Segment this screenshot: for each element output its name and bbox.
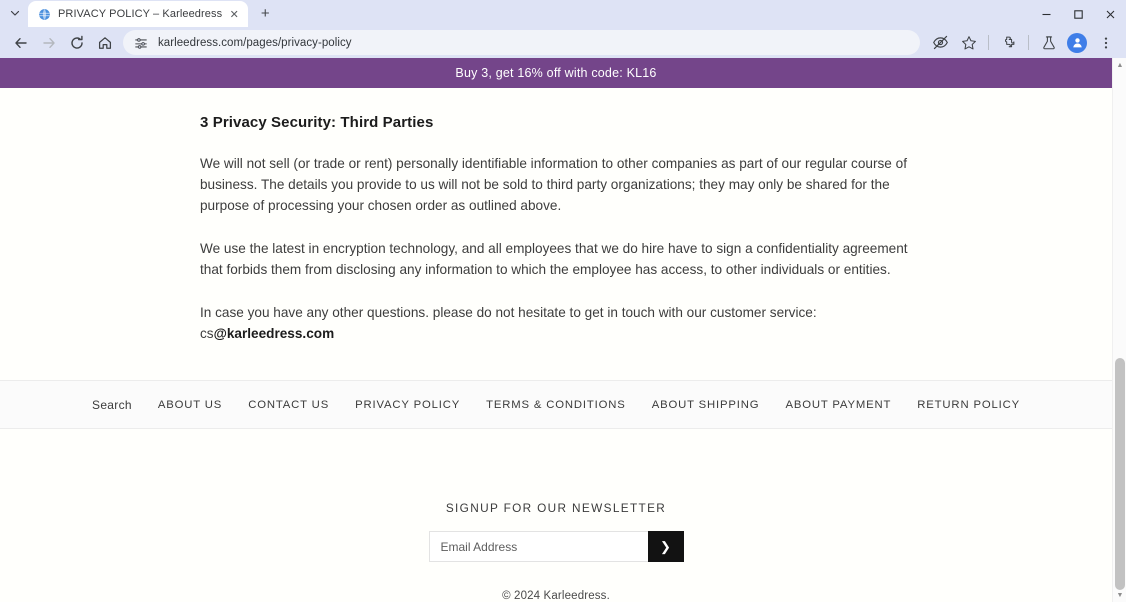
browser-toolbar: karleedress.com/pages/privacy-policy [0,27,1126,59]
promo-banner: Buy 3, get 16% off with code: KL16 [0,58,1112,89]
maximize-icon [1073,9,1083,19]
newsletter-section: SIGNUP FOR OUR NEWSLETTER ❯ © 2024 Karle… [0,429,1112,602]
footer-link-contact-us[interactable]: CONTACT US [235,399,342,411]
page-viewport: Buy 3, get 16% off with code: KL16 3 Pri… [0,58,1126,602]
person-icon [1072,38,1082,48]
policy-paragraph-2: We use the latest in encryption technolo… [200,241,908,278]
contact-email: @karleedress.com [213,326,335,342]
copyright-text: © 2024 Karleedress. [502,590,610,602]
reload-icon [70,35,83,49]
globe-icon [38,8,51,21]
policy-section: 3 Privacy Security: Third Parties We wil… [200,114,916,344]
browser-menu-button[interactable] [1092,29,1119,56]
address-bar-url: karleedress.com/pages/privacy-policy [158,36,352,49]
tab-title: PRIVACY POLICY – Karleedress [58,8,223,20]
puzzle-piece-icon [1004,36,1014,47]
home-button[interactable] [91,29,118,56]
policy-paragraph-1: We will not sell (or trade or rent) pers… [200,156,907,214]
browser-window: PRIVACY POLICY – Karleedress ✕ + karleed… [0,0,1126,602]
arrow-right-icon [42,37,55,48]
tab-close-icon[interactable]: ✕ [226,6,242,22]
reload-button[interactable] [63,29,90,56]
window-maximize-button[interactable] [1062,0,1094,28]
toolbar-divider-2 [1028,35,1029,51]
page-scrollbar[interactable]: ▲ ▼ [1112,58,1126,602]
bookmark-star-button[interactable] [955,29,982,56]
window-controls [1030,0,1126,28]
tracking-protection-icon[interactable] [927,29,954,56]
web-page: Buy 3, get 16% off with code: KL16 3 Pri… [0,58,1112,602]
footer-link-return-policy[interactable]: RETURN POLICY [904,399,1033,411]
labs-button[interactable] [1035,29,1062,56]
page-title: 3 Privacy Security: Third Parties [200,114,434,132]
profile-avatar[interactable] [1067,32,1087,53]
browser-tab[interactable]: PRIVACY POLICY – Karleedress ✕ [28,1,249,27]
toolbar-actions [927,29,1119,56]
address-bar[interactable]: karleedress.com/pages/privacy-policy [123,30,920,56]
chevron-down-icon [10,10,20,16]
tab-search-button[interactable] [2,0,28,26]
footer-link-privacy-policy[interactable]: PRIVACY POLICY [342,399,473,411]
new-tab-button[interactable]: + [252,0,278,26]
eye-slash-icon [933,35,948,50]
tab-strip: PRIVACY POLICY – Karleedress ✕ + [0,0,1126,27]
extensions-button[interactable] [995,29,1022,56]
policy-paragraph-3: In case you have any other questions. pl… [200,302,916,344]
page-content: 3 Privacy Security: Third Parties We wil… [0,88,1112,602]
scroll-up-arrow-icon[interactable]: ▲ [1113,58,1126,72]
close-icon [1106,10,1114,18]
window-close-button[interactable] [1094,0,1126,28]
newsletter-heading: SIGNUP FOR OUR NEWSLETTER [445,501,667,516]
scroll-down-arrow-icon[interactable]: ▼ [1113,588,1126,602]
minimize-icon [1042,13,1050,15]
newsletter-form: ❯ [428,531,684,563]
newsletter-submit-button[interactable]: ❯ [647,531,684,563]
footer-link-about-payment[interactable]: ABOUT PAYMENT [772,399,904,411]
footer-link-search[interactable]: Search [79,398,145,412]
flask-icon [1042,35,1055,49]
scrollbar-thumb[interactable] [1115,358,1125,591]
home-icon [98,36,111,49]
footer-link-about-shipping[interactable]: ABOUT SHIPPING [639,399,773,411]
footer-link-about-us[interactable]: ABOUT US [145,399,235,411]
footer-navigation: Search ABOUT US CONTACT US PRIVACY POLIC… [0,380,1112,430]
toolbar-divider [988,35,989,51]
star-icon [961,35,976,50]
window-minimize-button[interactable] [1030,0,1062,28]
site-settings-icon[interactable] [133,35,149,51]
three-dots-icon [1104,36,1107,49]
email-input[interactable] [428,531,648,563]
forward-button[interactable] [35,29,62,56]
arrow-left-icon [14,37,27,48]
back-button[interactable] [7,29,34,56]
footer-link-terms-conditions[interactable]: TERMS & CONDITIONS [473,399,639,411]
